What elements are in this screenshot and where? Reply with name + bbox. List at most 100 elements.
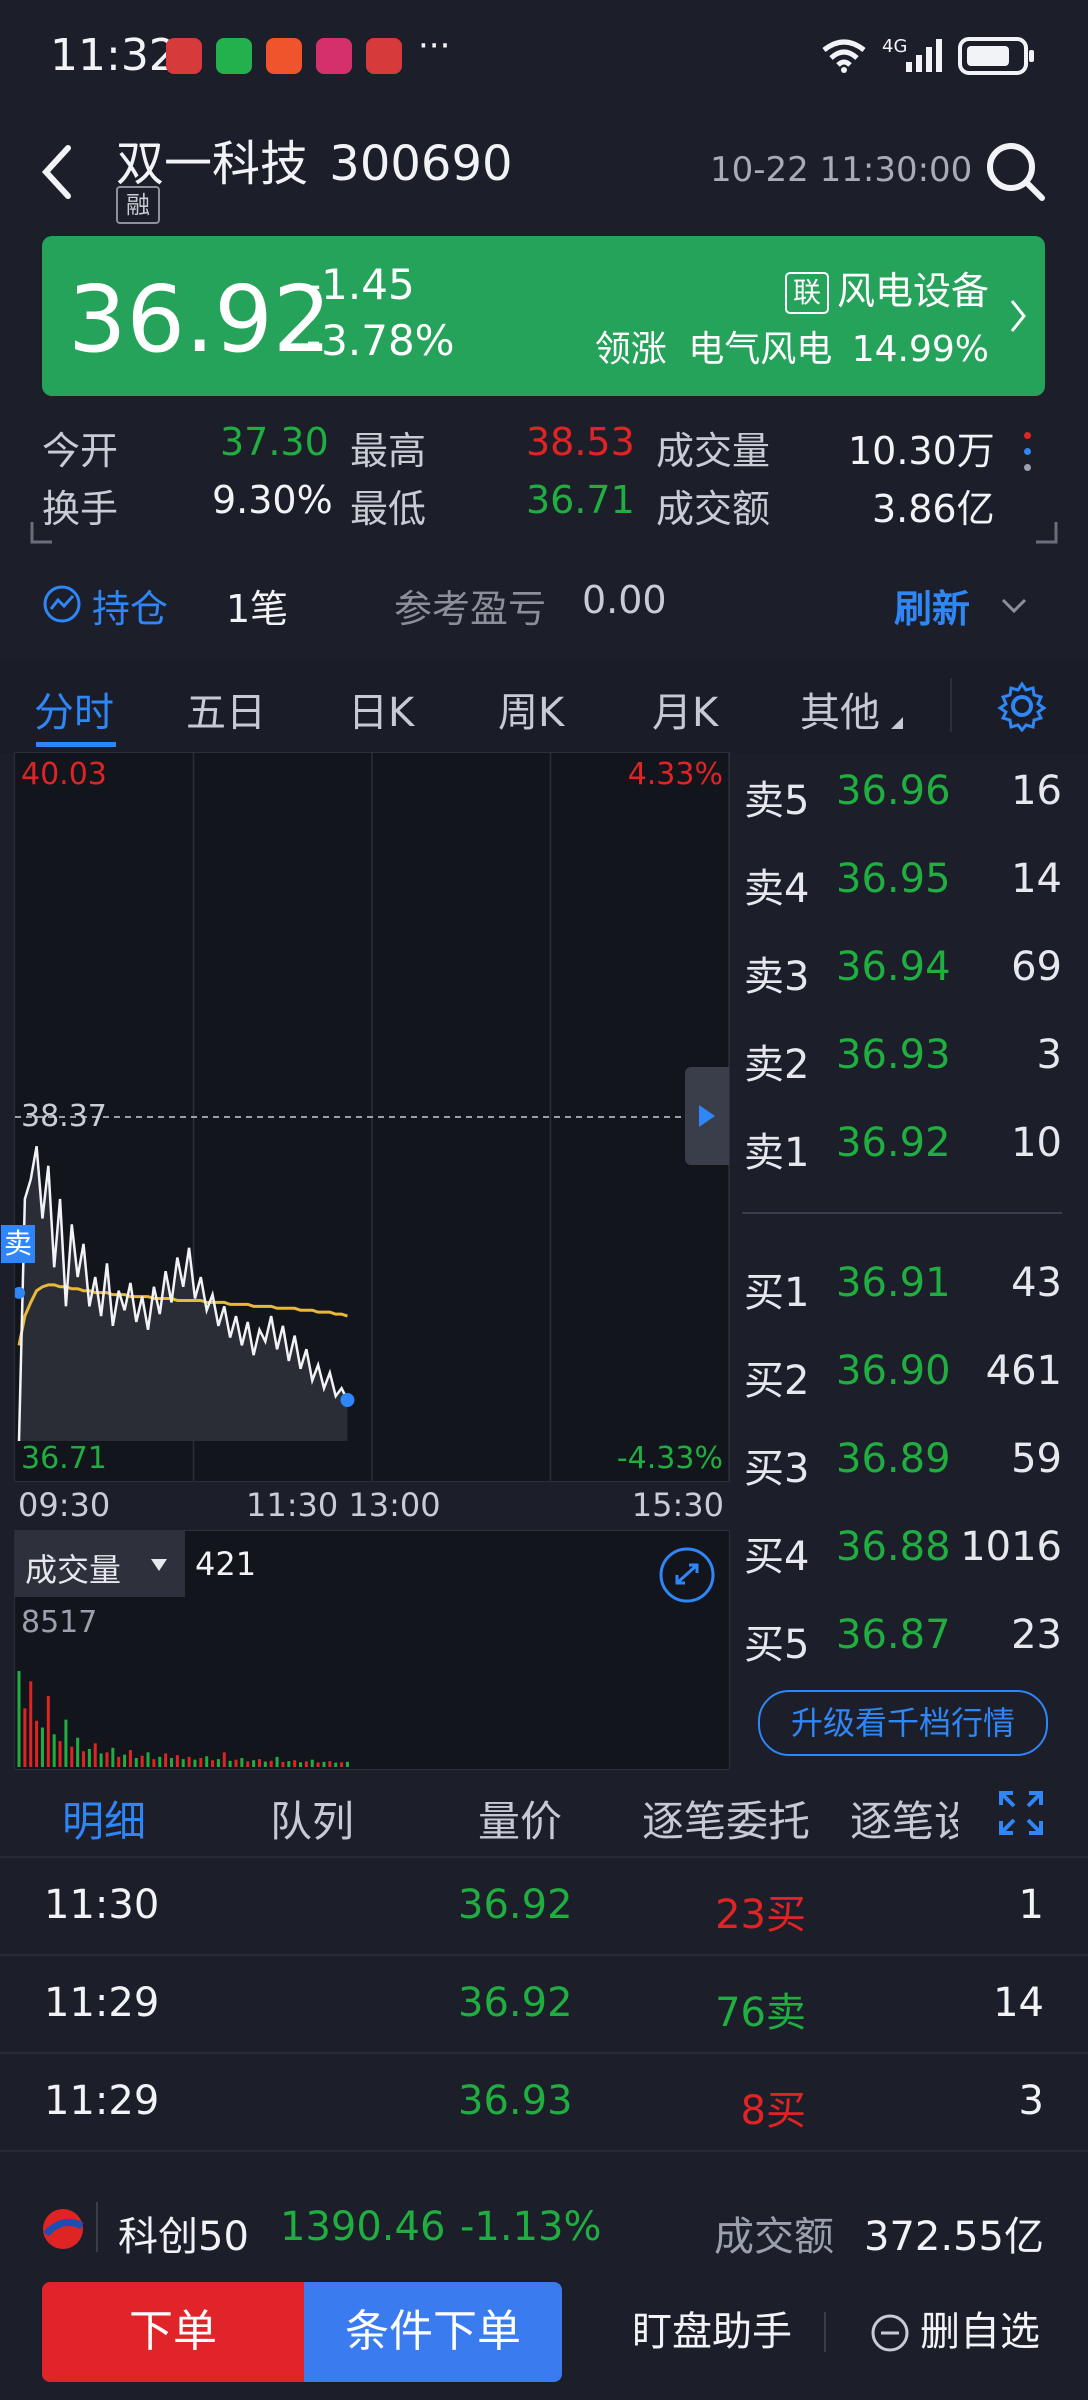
- volume-bar: [76, 1737, 80, 1767]
- tab-intraday[interactable]: 分时: [34, 680, 114, 738]
- corner-bracket: [30, 522, 52, 544]
- last-price-dot: [340, 1393, 355, 1408]
- triangle-down-icon: [891, 717, 903, 729]
- volume-bar: [263, 1761, 267, 1767]
- trade-count: 1: [1018, 1882, 1044, 1928]
- order-book: 卖5 36.96 16 卖4 36.95 14 卖3 36.94 69 卖2 3…: [740, 752, 1070, 1760]
- stat-value-open: 37.30: [220, 420, 329, 464]
- volume-bar: [199, 1757, 203, 1767]
- expand-icon[interactable]: [998, 1790, 1044, 1836]
- stat-value-low: 36.71: [526, 478, 635, 522]
- tab-underline: [36, 742, 116, 747]
- chart-pct-min: -4.33%: [616, 1441, 723, 1476]
- stat-label-open: 今开: [42, 429, 119, 473]
- chevron-down-icon[interactable]: [1000, 596, 1028, 616]
- volume-bar: [64, 1719, 68, 1767]
- chart-y-min: 36.71: [21, 1441, 107, 1476]
- volume-chart[interactable]: 成交量 421 8517: [14, 1530, 730, 1770]
- volume-bar: [93, 1743, 97, 1767]
- bid-5-label: 买5: [744, 1622, 810, 1668]
- upgrade-depth-button[interactable]: 升级看千档行情: [758, 1690, 1048, 1756]
- trade-time: 11:29: [44, 2078, 160, 2124]
- volume-bar: [187, 1756, 191, 1767]
- stat-label-amount: 成交额: [656, 487, 771, 531]
- bid-4-volume: 1016: [960, 1524, 1062, 1570]
- app-icon: [316, 38, 352, 74]
- volume-bar: [169, 1757, 173, 1767]
- order-button[interactable]: 下单: [42, 2282, 304, 2382]
- bid-3-volume: 59: [1011, 1436, 1062, 1482]
- volume-bar: [70, 1746, 74, 1767]
- trade-count: 14: [993, 1980, 1044, 2026]
- search-icon[interactable]: [984, 140, 1048, 204]
- volume-bar: [140, 1755, 144, 1767]
- trade-price: 36.93: [458, 2078, 573, 2124]
- volume-bar: [340, 1762, 344, 1767]
- volume-bar: [58, 1741, 62, 1767]
- ask-2-volume: 3: [1036, 1032, 1062, 1078]
- watch-assistant-button[interactable]: 盯盘助手: [600, 2282, 824, 2382]
- trade-row: 11:29 36.93 8买 3: [0, 2054, 1088, 2150]
- position-icon: [43, 585, 81, 623]
- ask-5-volume: 16: [1011, 768, 1062, 814]
- tab-tick-by-tick[interactable]: 逐笔设: [850, 1788, 958, 1848]
- tab-other[interactable]: 其他: [800, 680, 880, 738]
- divider: [96, 2202, 98, 2252]
- sector-name: 风电设备: [836, 269, 989, 313]
- ask-2-price: 36.93: [836, 1032, 951, 1078]
- volume-bar: [299, 1762, 303, 1767]
- settings-gear-icon[interactable]: [996, 680, 1048, 732]
- last-price: 36.92: [68, 266, 332, 373]
- bid-5-volume: 23: [1011, 1612, 1062, 1658]
- pl-value: 0.00: [582, 578, 667, 622]
- chart-y-max: 40.03: [21, 757, 107, 792]
- volume-bar: [334, 1762, 338, 1767]
- volume-bar: [175, 1755, 179, 1767]
- intraday-chart[interactable]: 40.03 4.33% 38.37 36.71 -4.33% 卖: [1, 752, 730, 1482]
- chart-pct-max: 4.33%: [627, 757, 723, 792]
- more-dots-icon[interactable]: [1024, 432, 1032, 492]
- volume-bar: [328, 1761, 332, 1767]
- bid-3-label: 买3: [744, 1446, 810, 1492]
- status-time: 11:32: [50, 30, 177, 81]
- back-icon[interactable]: [38, 142, 74, 202]
- remove-watchlist-button[interactable]: 删自选: [870, 2282, 1040, 2382]
- trade-volume: 76卖: [715, 1990, 806, 2036]
- quote-banner[interactable]: 36.92 -1.45 -3.78% 联风电设备 领涨 电气风电 14.99%: [42, 236, 1045, 396]
- tab-queue[interactable]: 队列: [270, 1788, 354, 1849]
- sector-info: 联风电设备: [784, 260, 989, 315]
- volume-bar: [105, 1752, 109, 1767]
- volume-bar: [216, 1759, 220, 1767]
- tab-daily-k[interactable]: 日K: [348, 680, 414, 738]
- tab-monthly-k[interactable]: 月K: [652, 680, 718, 738]
- volume-bar: [111, 1747, 115, 1767]
- chart-x-axis: 09:30 11:30 13:00 15:30: [14, 1482, 728, 1526]
- tab-weekly-k[interactable]: 周K: [498, 680, 564, 738]
- ask-4-price: 36.95: [836, 856, 951, 902]
- volume-bar: [52, 1734, 56, 1767]
- index-logo-icon: [43, 2209, 84, 2249]
- stat-value-volume: 10.30万: [848, 429, 995, 473]
- ask-2-label: 卖2: [744, 1042, 810, 1088]
- index-ticker-bar[interactable]: 科创50 1390.46 -1.13% 成交额 372.55亿: [0, 2186, 1088, 2270]
- tab-details[interactable]: 明细: [62, 1788, 146, 1849]
- tab-order-by-order[interactable]: 逐笔委托: [642, 1788, 810, 1849]
- ask-3-volume: 69: [1011, 944, 1062, 990]
- volume-bar: [281, 1761, 285, 1767]
- margin-badge: 融: [116, 186, 160, 224]
- expand-orderbook-handle[interactable]: [685, 1067, 729, 1165]
- conditional-order-button[interactable]: 条件下单: [304, 2282, 562, 2382]
- tab-five-day[interactable]: 五日: [186, 680, 266, 738]
- tab-volume-price[interactable]: 量价: [478, 1788, 562, 1849]
- sell-marker[interactable]: 卖: [1, 1224, 35, 1263]
- position-count: 1笔: [226, 587, 289, 631]
- trade-row: 11:29 36.92 76卖 14: [0, 1956, 1088, 2052]
- index-turnover-label: 成交额: [714, 2214, 834, 2260]
- volume-bar: [146, 1752, 150, 1767]
- position-label[interactable]: 持仓: [92, 578, 168, 633]
- price-area: [19, 1146, 348, 1441]
- refresh-button[interactable]: 刷新: [894, 578, 970, 633]
- trade-volume: 23买: [715, 1892, 806, 1938]
- volume-bar: [123, 1754, 127, 1767]
- trade-price: 36.92: [458, 1980, 573, 2026]
